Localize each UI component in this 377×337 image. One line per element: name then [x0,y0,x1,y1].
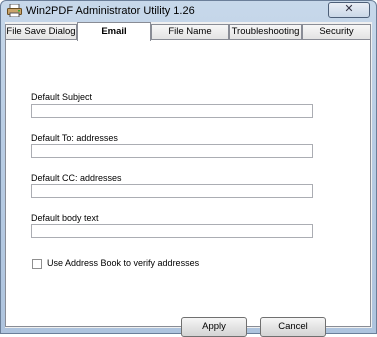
title-bar: Win2PDF Administrator Utility 1.26 ✕ [1,1,376,22]
default-body-label: Default body text [31,213,99,223]
tab-security[interactable]: Security [302,24,371,39]
printer-icon [7,3,22,18]
email-tab-panel: Default Subject Default To: addresses De… [5,39,371,337]
default-to-input[interactable] [31,144,313,158]
default-cc-label: Default CC: addresses [31,173,122,183]
tab-file-name[interactable]: File Name [151,24,229,39]
apply-button[interactable]: Apply [181,317,247,337]
cancel-button[interactable]: Cancel [260,317,326,337]
default-cc-input[interactable] [31,184,313,198]
address-book-checkbox[interactable] [32,259,42,269]
close-button[interactable]: ✕ [328,2,370,18]
default-body-input[interactable] [31,224,313,238]
app-window: Win2PDF Administrator Utility 1.26 ✕ Fil… [0,0,377,337]
default-subject-input[interactable] [31,104,313,118]
tab-email[interactable]: Email [77,22,151,41]
address-book-checkbox-label[interactable]: Use Address Book to verify addresses [47,258,199,268]
close-icon: ✕ [344,3,354,15]
tab-strip: File Save Dialog Email File Name Trouble… [5,22,372,41]
tab-troubleshooting[interactable]: Troubleshooting [229,24,302,39]
dialog-client-area: File Save Dialog Email File Name Trouble… [5,22,372,337]
window-title: Win2PDF Administrator Utility 1.26 [26,5,195,17]
default-subject-label: Default Subject [31,92,93,102]
tab-file-save-dialog[interactable]: File Save Dialog [5,24,77,39]
default-to-label: Default To: addresses [31,133,118,143]
